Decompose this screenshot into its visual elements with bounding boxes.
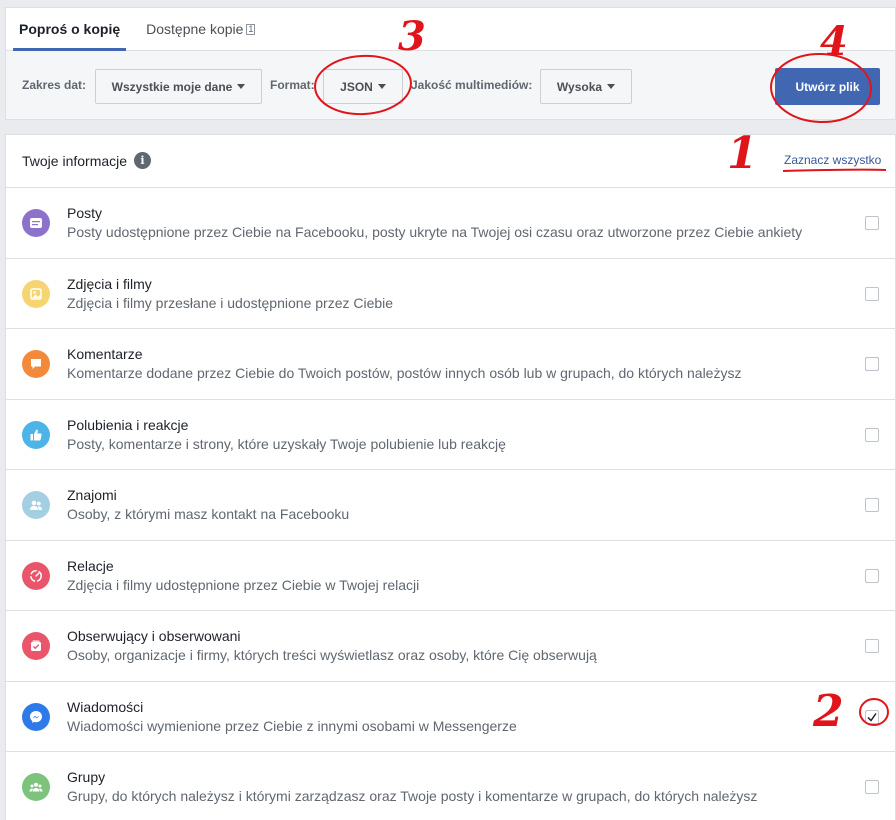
format-label: Format: [270,78,315,92]
item-title: Zdjęcia i filmy [67,275,152,292]
chevron-down-icon [237,84,246,89]
date-range-value: Wszystkie moje dane [111,79,233,94]
item-checkbox[interactable] [865,568,879,583]
photos-icon [22,279,50,308]
item-description: Posty, komentarze i strony, które uzyska… [67,435,506,452]
item-description: Grupy, do których należysz i którymi zar… [67,788,758,804]
item-title: Znajomi [67,487,117,503]
section-title: Twoje informacje [22,153,128,169]
item-title: Relacje [67,557,114,574]
your-information-panel: Twoje informacje i Zaznacz wszystko Post… [5,134,896,820]
media-quality-dropdown[interactable]: Wysoka [540,69,632,104]
item-description: Posty udostępnione przez Ciebie na Faceb… [67,224,803,240]
list-item[interactable]: Relacje Zdjęcia i filmy udostępnione prze… [6,541,895,611]
item-checkbox[interactable] [865,780,879,794]
category-list: Posty Posty udostępnione przez Ciebie na … [6,188,895,820]
select-all-link[interactable]: Zaznacz wszystko [784,153,881,167]
followers-icon [22,632,50,660]
item-title: Wiadomości [67,698,144,715]
list-item[interactable]: Znajomi Osoby, z którymi masz kontakt na … [6,470,895,541]
item-description: Zdjęcia i filmy przesłane i udostępnione… [67,294,394,311]
list-item[interactable]: Grupy Grupy, do których należysz i którym… [6,752,895,820]
info-icon[interactable]: i [134,152,151,169]
friends-icon [22,491,50,519]
list-item[interactable]: Zdjęcia i filmy Zdjęcia i filmy przesłane… [6,259,895,329]
tab-count-badge: 1 [246,24,256,35]
posts-icon [22,209,50,237]
item-title: Obserwujący i obserwowani [67,628,241,644]
tab-label: Poproś o kopię [19,20,121,37]
list-item[interactable]: Wiadomości Wiadomości wymienione przez Ci… [6,682,895,752]
list-item[interactable]: Obserwujący i obserwowani Osoby, organiza… [6,611,895,682]
item-checkbox[interactable] [865,216,879,230]
format-dropdown[interactable]: JSON [323,69,403,104]
item-checkbox[interactable] [865,498,879,512]
item-checkbox[interactable] [865,357,879,371]
stories-icon [22,561,50,590]
item-title: Polubienia i reakcje [67,416,189,433]
item-checkbox[interactable] [865,639,879,653]
tab-available-copies[interactable]: Dostępne kopie 1 [140,7,261,50]
item-description: Wiadomości wymienione przez Ciebie z inn… [67,717,517,734]
item-checkbox[interactable] [865,709,879,724]
groups-icon [22,773,50,801]
date-range-label: Zakres dat: [22,78,87,92]
media-quality-value: Wysoka [556,79,603,94]
item-title: Komentarze [67,346,143,362]
item-checkbox[interactable] [865,286,879,301]
like-icon [22,420,50,449]
format-value: JSON [340,79,373,94]
comment-icon [22,350,50,378]
item-title: Posty [67,205,103,221]
date-range-dropdown[interactable]: Wszystkie moje dane [95,69,262,104]
media-quality-label: Jakość multimediów: [411,78,533,92]
item-description: Osoby, z którymi masz kontakt na Faceboo… [67,506,350,522]
list-item[interactable]: Polubienia i reakcje Posty, komentarze i … [6,400,895,470]
list-item[interactable]: Komentarze Komentarze dodane przez Ciebie… [6,329,895,400]
tab-bar: Poproś o kopię Dostępne kopie 1 [6,8,895,51]
create-file-button[interactable]: Utwórz plik [775,68,880,105]
list-item[interactable]: Posty Posty udostępnione przez Ciebie na … [6,188,895,259]
item-description: Osoby, organizacje i firmy, których treś… [67,647,597,663]
tab-label: Dostępne kopie [146,20,244,37]
list-header: Twoje informacje i Zaznacz wszystko [6,135,895,188]
checkmark-icon [867,712,877,722]
item-description: Zdjęcia i filmy udostępnione przez Ciebi… [67,576,420,593]
chevron-down-icon [377,84,386,89]
filter-bar: Zakres dat: Wszystkie moje dane Format: … [6,51,895,119]
tab-request-copy[interactable]: Poproś o kopię [13,7,127,51]
chevron-down-icon [607,84,616,89]
item-description: Komentarze dodane przez Ciebie do Twoich… [67,365,742,381]
download-options-panel: Poproś o kopię Dostępne kopie 1 Zakres da… [5,7,896,120]
item-checkbox[interactable] [865,427,879,442]
messenger-icon [22,702,50,731]
item-title: Grupy [67,769,106,785]
